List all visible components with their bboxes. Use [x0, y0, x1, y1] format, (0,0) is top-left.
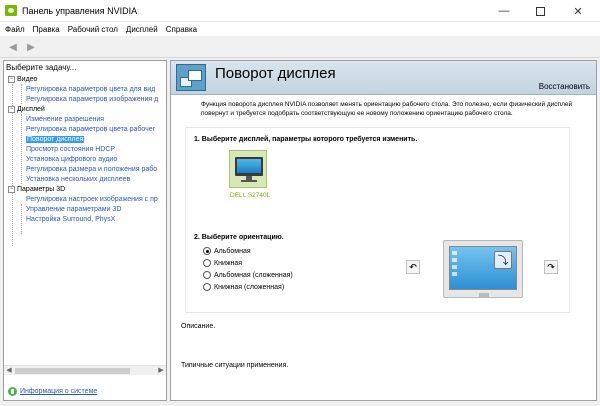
- task-sidebar: Выберите задачу... − Видео Регулировка па…: [3, 60, 167, 401]
- monitor-base: [241, 180, 257, 182]
- system-info-link[interactable]: Информация о системе: [8, 387, 97, 396]
- display-rotation-icon: [176, 64, 206, 91]
- rotate-arrow-icon: ⤵: [494, 251, 512, 269]
- settings-box: 1. Выберите дисплей, параметры которого …: [185, 127, 570, 313]
- rotate-right-button[interactable]: ↷: [544, 260, 558, 274]
- content-panel: Поворот дисплея Восстановить Функция пов…: [170, 60, 597, 401]
- menu-bar: Файл Правка Рабочий стол Дисплей Справка: [0, 22, 600, 36]
- tree-item-label: Просмотр состояния HDCP: [26, 146, 116, 153]
- tree-item-image-preview[interactable]: Регулировка настроек изображения с пр: [26, 195, 158, 205]
- orientation-portrait[interactable]: Книжная: [203, 258, 242, 268]
- collapse-icon[interactable]: −: [8, 75, 15, 83]
- orientation-label: Книжная (сложенная): [214, 283, 285, 291]
- display-select-tile[interactable]: [229, 150, 267, 188]
- tree-item-rotate-display[interactable]: Поворот дисплея: [26, 135, 85, 145]
- menu-display[interactable]: Дисплей: [126, 25, 158, 34]
- close-button[interactable]: ✕: [560, 0, 596, 22]
- task-header: Выберите задачу...: [6, 63, 77, 72]
- maximize-button[interactable]: [522, 0, 558, 22]
- tree-item-hdcp-status[interactable]: Просмотр состояния HDCP: [26, 145, 115, 155]
- tree-category-display[interactable]: − Дисплей: [8, 105, 45, 115]
- page-title: Поворот дисплея: [215, 65, 336, 82]
- collapse-icon[interactable]: −: [8, 185, 15, 193]
- tree-item-label: Регулировка настроек изображения с пр: [26, 196, 158, 203]
- category-label: Параметры 3D: [17, 186, 66, 193]
- horizontal-scrollbar[interactable]: ◀ ▶: [4, 365, 166, 375]
- preview-screen: ⤵: [449, 246, 517, 290]
- tree-item-label: Регулировка параметров цвета для вид: [26, 86, 156, 93]
- back-button[interactable]: ◀: [6, 40, 20, 54]
- tree-connector: [21, 84, 22, 104]
- rotate-left-button[interactable]: ↶: [406, 260, 420, 274]
- forward-button[interactable]: ▶: [24, 40, 38, 54]
- radio-button[interactable]: [203, 259, 211, 267]
- task-tree: − Видео Регулировка параметров цвета для …: [4, 75, 166, 371]
- page-description: Функция поворота дисплея NVIDIA позволяе…: [201, 101, 573, 117]
- menu-edit[interactable]: Правка: [33, 25, 60, 34]
- tree-item-surround-physx[interactable]: Настройка Surround, PhysX: [26, 215, 115, 225]
- category-label: Видео: [17, 76, 38, 83]
- tree-item-label: Настройка Surround, PhysX: [26, 216, 116, 223]
- scroll-right-icon[interactable]: ▶: [156, 366, 166, 376]
- tree-item-label: Регулировка параметров цвета рабочег: [26, 126, 156, 133]
- monitor-screen: [237, 159, 261, 173]
- tree-connector: [21, 114, 22, 184]
- tree-item-label: Регулировка параметров изображения д: [26, 96, 159, 103]
- tree-item-label: Изменение разрешения: [26, 116, 105, 123]
- orientation-preview: ⤵: [443, 240, 523, 298]
- menu-desktop[interactable]: Рабочий стол: [68, 25, 118, 34]
- tree-item-video-image[interactable]: Регулировка параметров изображения д: [26, 95, 158, 105]
- orientation-landscape-flipped[interactable]: Альбомная (сложенная): [203, 270, 293, 280]
- tree-item-multiple-displays[interactable]: Установка нескольких дисплеев: [26, 175, 130, 185]
- preview-stand: [479, 293, 489, 297]
- usage-label: Типичные ситуации применения.: [181, 362, 289, 369]
- tree-item-label: Управление параметрами 3D: [26, 206, 122, 213]
- scroll-left-icon[interactable]: ◀: [4, 366, 14, 376]
- orientation-label: Альбомная (сложенная): [214, 271, 293, 279]
- display-name: DELL S2740L: [230, 192, 271, 199]
- tree-item-label: Регулировка размера и положения рабо: [26, 166, 158, 173]
- tree-item-manage-3d[interactable]: Управление параметрами 3D: [26, 205, 121, 215]
- toolbar: ◀ ▶: [0, 36, 600, 58]
- window-title: Панель управления NVIDIA: [22, 6, 138, 16]
- monitor-icon: [235, 157, 263, 176]
- nvidia-app-icon: [5, 5, 17, 16]
- menu-file[interactable]: Файл: [5, 25, 25, 34]
- orientation-label: Альбомная: [214, 247, 251, 255]
- tree-category-3d[interactable]: − Параметры 3D: [8, 185, 65, 195]
- tree-item-label: Установка цифрового аудио: [26, 156, 118, 163]
- tree-item-video-color[interactable]: Регулировка параметров цвета для вид: [26, 85, 155, 95]
- collapse-icon[interactable]: −: [8, 105, 15, 113]
- tree-connector: [21, 204, 22, 234]
- tree-item-desktop-color[interactable]: Регулировка параметров цвета рабочег: [26, 125, 155, 135]
- orientation-label: Книжная: [214, 259, 243, 267]
- tree-category-video[interactable]: − Видео: [8, 75, 37, 85]
- description-label: Описание.: [181, 323, 216, 330]
- category-label: Дисплей: [17, 106, 45, 113]
- tree-item-digital-audio[interactable]: Установка цифрового аудио: [26, 155, 117, 165]
- tree-item-desktop-size[interactable]: Регулировка размера и положения рабо: [26, 165, 157, 175]
- tree-item-label: Поворот дисплея: [26, 136, 85, 143]
- step2-heading: 2. Выберите ориентацию.: [194, 234, 284, 241]
- orientation-portrait-flipped[interactable]: Книжная (сложенная): [203, 282, 284, 292]
- tree-item-change-resolution[interactable]: Изменение разрешения: [26, 115, 104, 125]
- maximize-icon: [535, 6, 545, 16]
- title-bar: Панель управления NVIDIA — ✕: [0, 0, 600, 22]
- orientation-landscape[interactable]: Альбомная: [203, 246, 251, 256]
- menu-help[interactable]: Справка: [166, 25, 197, 34]
- system-info-icon: [8, 387, 17, 396]
- monitor-icon-front: [188, 70, 202, 81]
- page-header: Поворот дисплея Восстановить: [171, 61, 596, 95]
- radio-button[interactable]: [203, 271, 211, 279]
- system-info-label: Информация о системе: [20, 388, 98, 395]
- radio-button[interactable]: [203, 247, 211, 255]
- restore-button[interactable]: Восстановить: [539, 82, 590, 91]
- tree-item-label: Установка нескольких дисплеев: [26, 176, 131, 183]
- step1-heading: 1. Выберите дисплей, параметры которого …: [194, 136, 418, 143]
- scrollbar-thumb[interactable]: [15, 368, 130, 374]
- minimize-button[interactable]: —: [486, 0, 522, 22]
- desktop-icons: [452, 251, 458, 281]
- radio-button[interactable]: [203, 283, 211, 291]
